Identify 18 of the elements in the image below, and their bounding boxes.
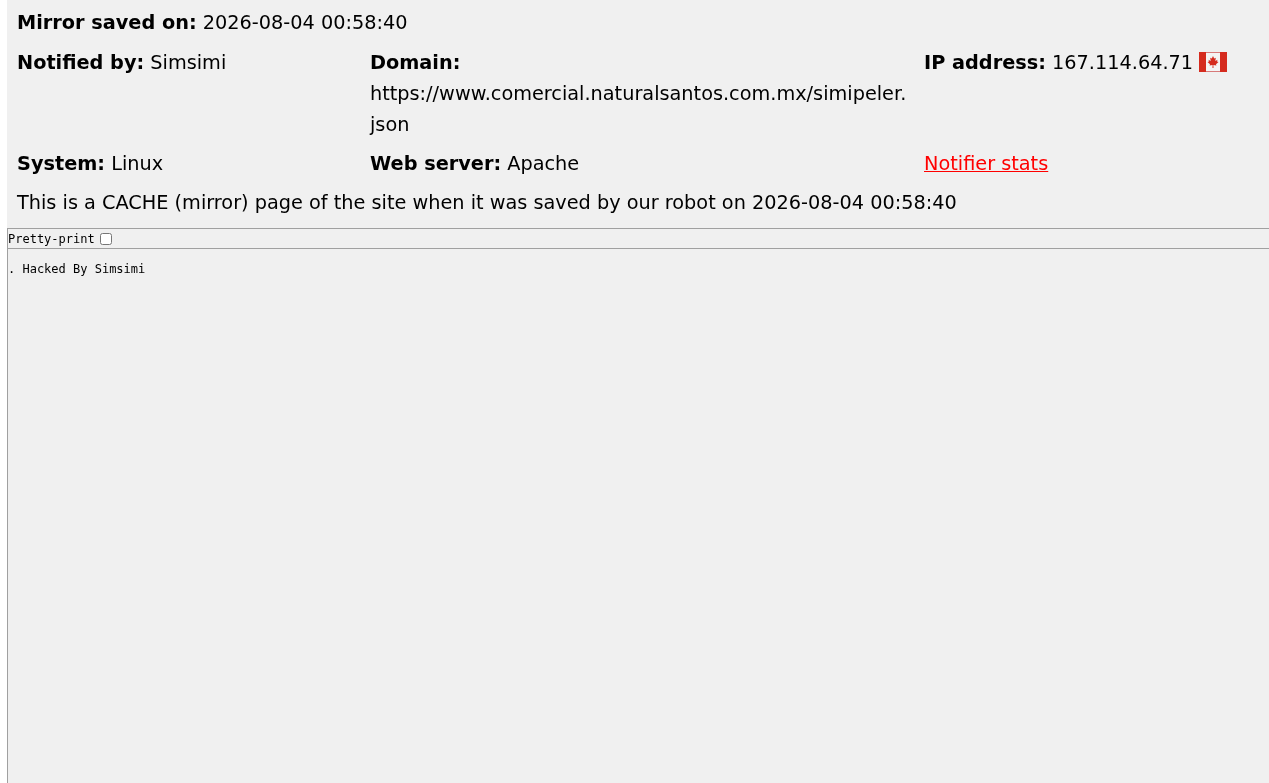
flag-icon	[1199, 52, 1228, 72]
field-value: https://www.comercial.naturalsantos.com.mx/simipeler.json	[370, 81, 908, 138]
cache-notice: This is a CACHE (mirror) page of the site when it was saved by our robot on 2026-08-04 00:58:40	[17, 190, 958, 216]
field-value: 2026-08-04 00:58:40	[202, 11, 408, 34]
field-label: System:	[17, 152, 106, 175]
field-label: IP address:	[924, 51, 1046, 74]
page-content-text: . Hacked By Simsimi	[8, 262, 146, 276]
field-value: Linux	[111, 152, 164, 175]
pretty-print-checkbox[interactable]	[99, 232, 112, 245]
field-label: Mirror saved on:	[17, 11, 197, 34]
field-label: Domain:	[370, 51, 461, 74]
field-value: 167.114.64.71	[1052, 51, 1194, 74]
field-value: Apache	[507, 152, 580, 175]
field-label: Notified by:	[17, 51, 145, 74]
notifier-stats-link[interactable]: Notifier stats	[924, 152, 1049, 175]
field-value: Simsimi	[150, 51, 227, 74]
pretty-print-label: Pretty-print	[8, 231, 95, 246]
field-label: Web server:	[370, 152, 502, 175]
